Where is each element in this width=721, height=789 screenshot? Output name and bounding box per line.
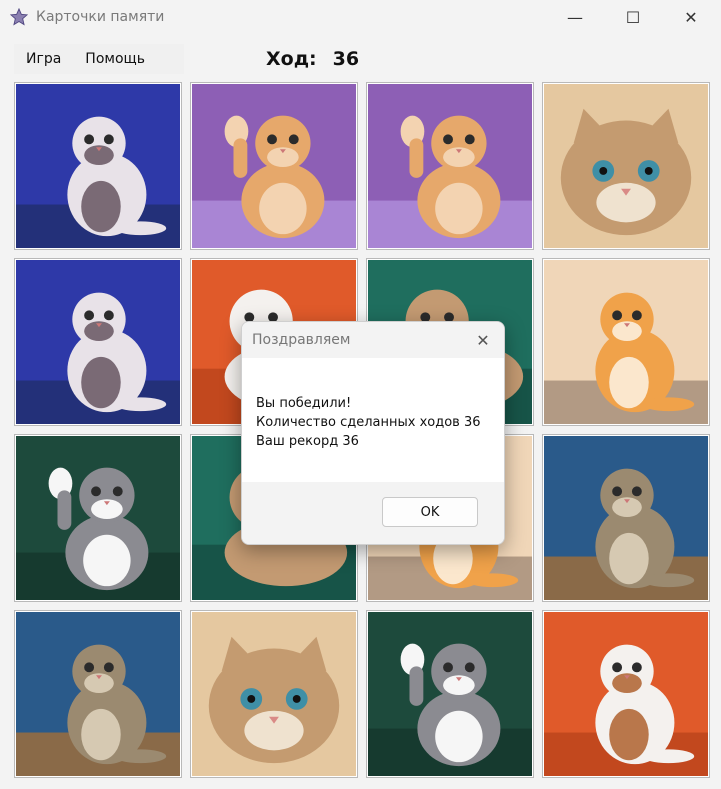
cat-photo — [192, 612, 356, 776]
dialog-line-win: Вы победили! — [256, 396, 352, 411]
move-counter-label: Ход: — [266, 48, 317, 70]
memory-card[interactable] — [542, 82, 710, 250]
memory-card[interactable] — [542, 258, 710, 426]
dialog-message: Вы победили! Количество сделанных ходов … — [242, 358, 504, 500]
cat-photo — [16, 260, 180, 424]
memory-card[interactable] — [542, 610, 710, 778]
dialog-close-icon[interactable]: ✕ — [472, 329, 494, 351]
dialog-footer: OK — [242, 482, 504, 544]
window-title: Карточки памяти — [36, 9, 165, 25]
dialog-title: Поздравляем — [252, 332, 351, 348]
minimize-icon[interactable]: — — [552, 0, 598, 34]
cat-photo — [544, 260, 708, 424]
menu-help[interactable]: Помощь — [73, 51, 157, 67]
move-counter-value: 36 — [332, 48, 360, 70]
memory-card[interactable] — [366, 82, 534, 250]
cat-photo — [16, 612, 180, 776]
dialog-title-bar: Поздравляем ✕ — [242, 322, 504, 358]
memory-card[interactable] — [190, 82, 358, 250]
memory-card[interactable] — [542, 434, 710, 602]
cat-photo — [544, 612, 708, 776]
maximize-icon[interactable]: ☐ — [610, 0, 656, 34]
star-icon — [10, 8, 28, 26]
memory-card[interactable] — [190, 610, 358, 778]
menu-game[interactable]: Игра — [14, 51, 73, 67]
cat-photo — [368, 84, 532, 248]
congrats-dialog: Поздравляем ✕ Вы победили! Количество сд… — [241, 321, 505, 545]
move-counter: Ход: 36 — [266, 48, 359, 70]
memory-card[interactable] — [14, 610, 182, 778]
memory-card[interactable] — [14, 434, 182, 602]
menu-bar: Игра Помощь — [14, 44, 184, 74]
cat-photo — [16, 436, 180, 600]
cat-photo — [368, 612, 532, 776]
memory-card[interactable] — [366, 610, 534, 778]
cat-photo — [544, 436, 708, 600]
memory-card[interactable] — [14, 82, 182, 250]
dialog-line-record: Ваш рекорд 36 — [256, 434, 359, 449]
memory-card[interactable] — [14, 258, 182, 426]
cat-photo — [544, 84, 708, 248]
close-icon[interactable]: ✕ — [668, 0, 714, 34]
ok-button[interactable]: OK — [382, 497, 478, 527]
cat-photo — [192, 84, 356, 248]
cat-photo — [16, 84, 180, 248]
dialog-line-moves: Количество сделанных ходов 36 — [256, 415, 481, 430]
